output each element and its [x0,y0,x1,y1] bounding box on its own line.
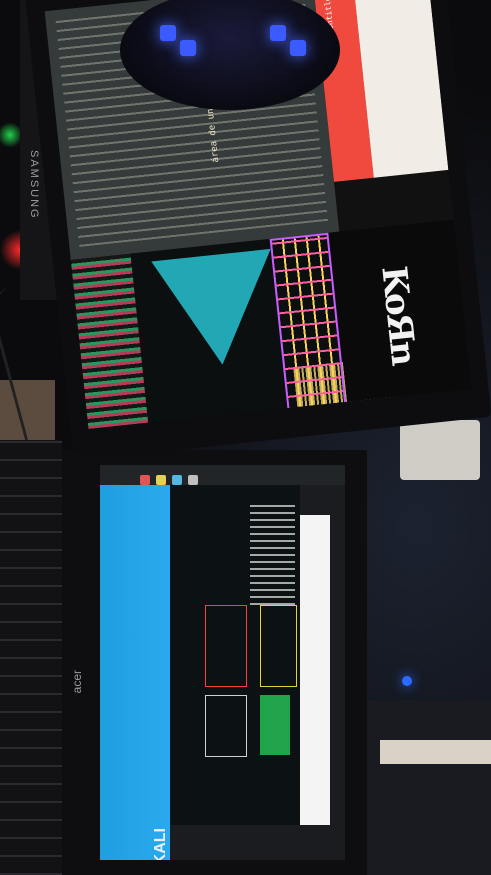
dock-icons [140,475,250,489]
headphone-led-icon [160,25,176,41]
laptop-screen: KALI [100,465,345,860]
acer-logo: acer [70,670,84,694]
diagram-red-box [205,605,247,687]
headphone-led-icon [290,40,306,56]
samsung-logo: SAMSUNG [28,150,40,220]
diagram-box [205,695,247,757]
desktop-wallpaper [100,485,170,860]
yellow-app-icon[interactable] [156,475,166,485]
diagram-green-box [260,695,290,755]
red-app-icon[interactable] [140,475,150,485]
kali-logo: KALI [152,828,169,860]
terminal-titlebar [300,515,330,825]
cyan-triangle-visual [151,248,283,371]
router-device [400,420,480,480]
desk-surface [360,700,491,875]
blue-led [402,676,412,686]
photo-scene: SAMSUNG área de un triangulo Test Untitl… [0,0,491,875]
desk-shelf [380,740,491,764]
keyboard [0,440,62,875]
headphone-led-icon [270,25,286,41]
neofetch-output [250,505,295,605]
headphone-led-icon [180,40,196,56]
blue-app-icon[interactable] [172,475,182,485]
diagram-yellow-box [260,605,297,687]
green-led [0,120,20,150]
gray-app-icon[interactable] [188,475,198,485]
